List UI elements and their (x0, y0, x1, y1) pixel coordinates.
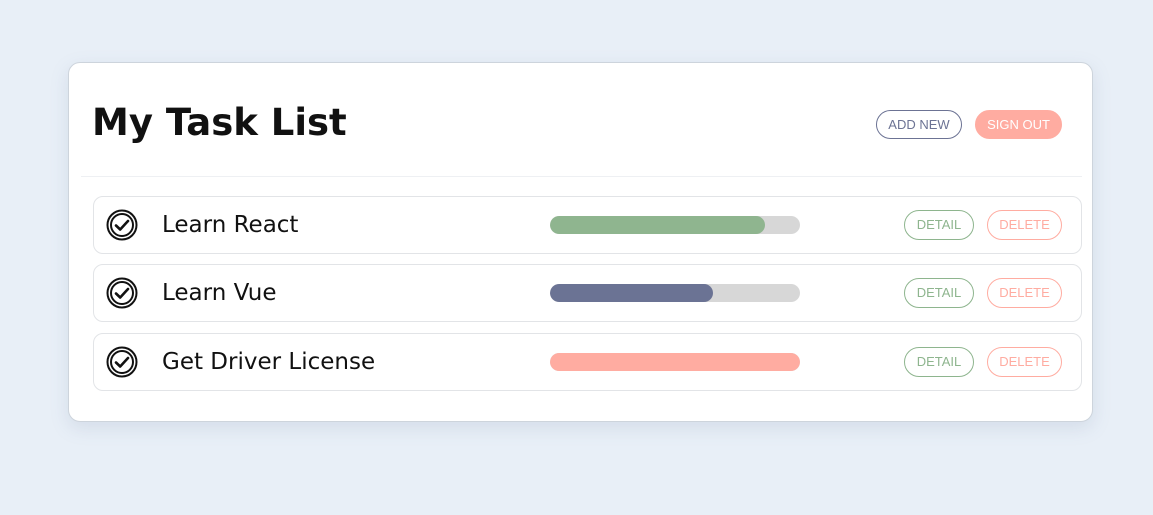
delete-button[interactable]: DELETE (987, 210, 1062, 240)
delete-button[interactable]: DELETE (987, 278, 1062, 308)
task-row: Learn React DETAIL DELETE (93, 196, 1082, 254)
task-list-card: My Task List ADD NEW SIGN OUT Learn Reac… (68, 62, 1093, 422)
check-circle-icon[interactable] (106, 209, 138, 241)
delete-button[interactable]: DELETE (987, 347, 1062, 377)
progress-fill (550, 284, 713, 302)
add-new-button[interactable]: ADD NEW (876, 110, 962, 139)
task-row: Learn Vue DETAIL DELETE (93, 264, 1082, 322)
progress-bar (550, 216, 800, 234)
page-title: My Task List (92, 101, 347, 144)
task-title: Get Driver License (162, 349, 376, 375)
progress-bar (550, 353, 800, 371)
check-circle-icon[interactable] (106, 346, 138, 378)
detail-button[interactable]: DETAIL (904, 278, 974, 308)
check-circle-icon[interactable] (106, 277, 138, 309)
card-header: My Task List ADD NEW SIGN OUT (69, 63, 1092, 176)
progress-fill (550, 353, 800, 371)
detail-button[interactable]: DETAIL (904, 210, 974, 240)
progress-fill (550, 216, 765, 234)
header-divider (81, 176, 1082, 177)
detail-button[interactable]: DETAIL (904, 347, 974, 377)
sign-out-button[interactable]: SIGN OUT (975, 110, 1062, 139)
task-title: Learn Vue (162, 280, 277, 306)
task-title: Learn React (162, 212, 299, 238)
task-row: Get Driver License DETAIL DELETE (93, 333, 1082, 391)
progress-bar (550, 284, 800, 302)
